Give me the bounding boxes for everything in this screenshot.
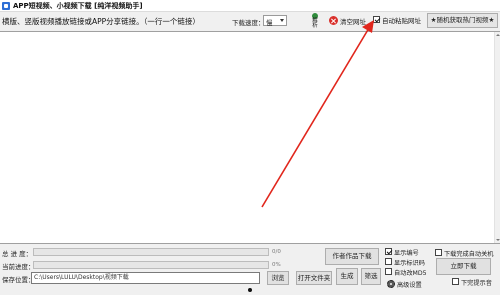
- auto-paste-checkbox[interactable]: [373, 16, 380, 23]
- show-index-label: 显示编号: [394, 250, 419, 257]
- current-progress-bar: [33, 261, 269, 269]
- parse-label: 解析: [312, 18, 318, 29]
- show-index-checkbox[interactable]: [385, 248, 392, 255]
- auto-md5-checkbox[interactable]: [385, 268, 392, 275]
- filter-button[interactable]: 筛选: [361, 268, 381, 285]
- current-progress-text: 0%: [272, 262, 281, 268]
- no-prompt-checkbox[interactable]: [452, 278, 459, 285]
- auto-paste-label: 自动粘贴网址: [382, 17, 421, 25]
- advanced-settings-link[interactable]: 高级设置: [397, 280, 422, 289]
- shutdown-after-checkbox[interactable]: [435, 249, 442, 256]
- cursor-dot: [248, 288, 252, 292]
- open-folder-button[interactable]: 打开文件夹: [296, 271, 332, 285]
- show-tag-code-checkbox[interactable]: [385, 258, 392, 265]
- url-textarea[interactable]: [0, 31, 500, 244]
- close-icon: [329, 16, 338, 25]
- download-now-button[interactable]: 立即下载: [436, 258, 491, 275]
- instruction-label: 横版、竖版视频播放链接或APP分享链接。（一行一个链接）: [2, 17, 200, 26]
- clear-urls-label: 清空网址: [340, 18, 366, 26]
- total-progress-bar: [33, 248, 269, 256]
- speed-label: 下载速度：: [232, 19, 265, 27]
- no-prompt-label: 下完提示音: [461, 280, 492, 287]
- total-progress-label: 总 进 度：: [2, 250, 33, 258]
- total-progress-text: 0/0: [272, 249, 281, 255]
- vertical-scrollbar[interactable]: [494, 32, 500, 243]
- browse-button[interactable]: 浏览: [267, 271, 289, 285]
- save-path-input[interactable]: C:\Users\LULU\Desktop\视频下载: [31, 272, 260, 284]
- parse-button[interactable]: 解析: [309, 13, 321, 29]
- random-hot-video-button[interactable]: ★随机获取热门视频★: [427, 13, 498, 28]
- auto-md5-label: 自动改MD5: [394, 270, 427, 277]
- speed-select[interactable]: 慢: [263, 15, 287, 27]
- shutdown-after-label: 下载完成自动关机: [444, 251, 494, 258]
- app-icon: [2, 2, 10, 10]
- save-location-label: 保存位置：: [2, 276, 35, 284]
- scroll-up-icon[interactable]: [496, 34, 500, 36]
- scroll-down-icon[interactable]: [496, 239, 500, 241]
- generate-button[interactable]: 生成: [336, 268, 358, 285]
- toolbar: 横版、竖版视频播放链接或APP分享链接。（一行一个链接） 下载速度： 慢 解析 …: [0, 12, 500, 30]
- current-progress-label: 当前进度：: [2, 263, 35, 271]
- window-title: APP短视频、小视频下载 [纯洋视频助手]: [13, 2, 143, 10]
- chevron-down-icon: [280, 19, 284, 22]
- speed-select-value: 慢: [266, 19, 273, 27]
- title-bar: APP短视频、小视频下载 [纯洋视频助手]: [0, 0, 500, 12]
- gear-icon[interactable]: [387, 280, 395, 288]
- author-works-download-button[interactable]: 作者作品下载: [325, 248, 379, 265]
- show-tag-code-label: 显示标识码: [394, 260, 425, 267]
